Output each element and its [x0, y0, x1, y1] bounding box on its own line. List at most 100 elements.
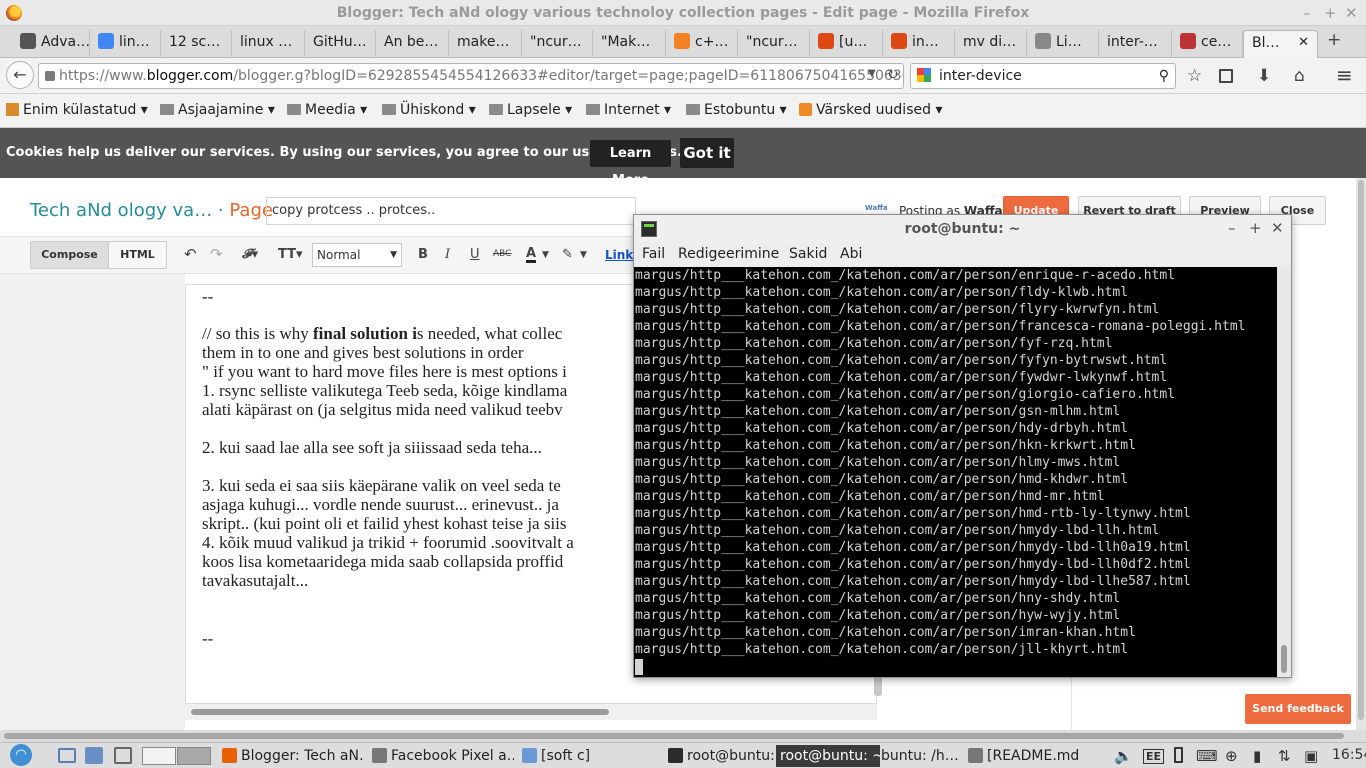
compose-tab[interactable]: Compose — [30, 241, 109, 269]
tab-2[interactable]: lin… — [90, 30, 161, 58]
highlight-color-icon[interactable]: ✎ — [562, 247, 573, 262]
window-list-icon[interactable] — [114, 747, 132, 764]
taskbar-item[interactable]: root@buntu: ~ — [668, 745, 774, 767]
tab-15[interactable]: Li… — [1027, 30, 1099, 58]
tab-6[interactable]: An be… — [376, 30, 449, 58]
app-icon — [968, 748, 983, 763]
blog-breadcrumb[interactable]: Tech aNd ology va… · Page — [30, 200, 273, 221]
keyboard-layout[interactable]: EE — [1143, 749, 1165, 764]
page-title-input[interactable]: copy protcess .. protces.. — [266, 197, 636, 225]
taskbar-item[interactable]: Blogger: Tech aN… — [222, 745, 364, 767]
search-icon[interactable]: ⚲ — [1159, 64, 1169, 88]
home-icon[interactable]: ⌂ — [1294, 66, 1305, 86]
file-manager-icon[interactable] — [85, 747, 103, 764]
blog-title[interactable]: Tech aNd ology va… — [30, 200, 212, 221]
dropdown-arrow-icon[interactable]: ▼ — [868, 68, 876, 79]
tab-1[interactable]: Adva… — [12, 30, 90, 58]
tab-10[interactable]: c+… — [666, 30, 738, 58]
taskbar-item[interactable]: [README.md] — [968, 745, 1078, 767]
editor-scroll-thumb[interactable] — [191, 709, 609, 715]
format-select[interactable]: Normal ▼ — [312, 243, 402, 267]
terminal-minimize-button[interactable]: – — [1228, 219, 1236, 237]
tab-7[interactable]: make… — [449, 30, 522, 58]
start-menu-icon[interactable]: ◠ — [10, 744, 32, 766]
network-signal-icon[interactable]: ▮ — [1253, 747, 1261, 765]
tab-18[interactable]: Bl… ✕ — [1243, 30, 1318, 58]
font-size-icon[interactable]: TT▾ — [278, 247, 303, 262]
menu-icon[interactable]: ≡ — [1336, 63, 1353, 87]
link-button[interactable]: Link — [605, 248, 633, 262]
menu-redigeerimine[interactable]: Redigeerimine — [678, 246, 779, 262]
terminal-window[interactable]: root@buntu: ~ – + ✕ Fail Redigeerimine S… — [633, 214, 1292, 678]
bold-icon[interactable]: B — [418, 247, 428, 262]
strikethrough-icon[interactable]: ABC — [493, 249, 511, 259]
bookmark-star-icon[interactable]: ☆ — [1187, 66, 1202, 86]
minimize-button[interactable]: – — [1303, 4, 1311, 22]
volume-icon[interactable]: 🔈 — [1114, 747, 1133, 765]
terminal-scrollbar[interactable] — [1277, 267, 1291, 677]
battery-icon[interactable] — [1174, 747, 1183, 763]
italic-icon[interactable]: I — [445, 247, 450, 262]
learn-more-button[interactable]: Learn More — [590, 140, 671, 188]
taskbar-item[interactable]: Facebook Pixel a… — [372, 745, 514, 767]
got-it-button[interactable]: Got it — [680, 138, 734, 168]
lock-screen-icon[interactable]: ▣ — [1304, 747, 1318, 765]
tab-17[interactable]: ce… — [1172, 30, 1243, 58]
downloads-icon[interactable]: ⬇ — [1257, 66, 1271, 86]
browser-scroll-thumb[interactable] — [4, 733, 1344, 739]
tab-8[interactable]: "ncur… — [522, 30, 593, 58]
workspace-2[interactable] — [177, 747, 211, 765]
url-bar[interactable]: https://www.blogger.com/blogger.g?blogID… — [38, 63, 904, 89]
tab-13[interactable]: in… — [883, 30, 955, 58]
html-tab[interactable]: HTML — [108, 241, 167, 269]
terminal-close-button[interactable]: ✕ — [1271, 219, 1284, 237]
network-icon[interactable]: ⇅ — [1278, 747, 1291, 765]
clock[interactable]: 16:54 — [1332, 747, 1366, 763]
close-tab-icon[interactable]: ✕ — [1298, 31, 1309, 55]
tab-3[interactable]: 12 sc… — [161, 30, 232, 58]
bookmark-folder-uhiskond[interactable]: Ühiskond ▾ — [382, 102, 476, 118]
bookmark-folder-asjaajamine[interactable]: Asjaajamine ▾ — [160, 102, 275, 118]
send-feedback-button[interactable]: Send feedback — [1245, 694, 1351, 724]
workspace-1[interactable] — [142, 747, 176, 765]
taskbar-item[interactable]: root@buntu: ~ — [776, 745, 880, 767]
text-color-icon[interactable]: A — [526, 247, 537, 263]
taskbar-item[interactable]: [soft c] — [522, 745, 602, 767]
reading-list-icon[interactable] — [1219, 69, 1233, 83]
bookmark-folder-meedia[interactable]: Meedia ▾ — [287, 102, 367, 118]
maximize-button[interactable]: + — [1324, 4, 1337, 22]
menu-fail[interactable]: Fail — [642, 246, 665, 262]
tab-4[interactable]: linux … — [232, 30, 305, 58]
tab-9[interactable]: "Mak… — [593, 30, 666, 58]
back-arrow-icon[interactable]: ← — [6, 61, 34, 89]
reload-icon[interactable]: ↻ — [887, 67, 899, 83]
menu-sakid[interactable]: Sakid — [789, 246, 827, 262]
tab-11[interactable]: "ncur… — [738, 30, 810, 58]
show-desktop-icon[interactable] — [58, 748, 76, 763]
bookmark-folder-estobuntu[interactable]: Estobuntu ▾ — [686, 102, 787, 118]
terminal-maximize-button[interactable]: + — [1249, 219, 1262, 237]
taskbar-item[interactable]: buntu: /h… — [881, 745, 967, 767]
bookmark-feed-varsked-uudised[interactable]: Värsked uudised ▾ — [799, 102, 942, 118]
bookmark-folder-lapsele[interactable]: Lapsele ▾ — [489, 102, 572, 118]
new-tab-button[interactable]: + — [1327, 30, 1341, 50]
update-manager-icon[interactable]: ⊕ — [1225, 747, 1238, 765]
menu-abi[interactable]: Abi — [840, 246, 862, 262]
font-family-icon[interactable]: 𝓕▾ — [242, 247, 258, 262]
close-window-button[interactable]: ✕ — [1345, 4, 1358, 22]
terminal-output[interactable]: margus/http___katehon.com_/katehon.com/a… — [634, 267, 1277, 677]
undo-icon[interactable]: ↶ — [184, 245, 197, 263]
bookmark-folder-internet[interactable]: Internet ▾ — [586, 102, 671, 118]
tab-5[interactable]: GitHu… — [305, 30, 376, 58]
keyboard-icon[interactable]: ⌨ — [1196, 747, 1218, 765]
bookmark-most-visited[interactable]: Enim külastatud ▾ — [6, 102, 148, 118]
tab-14[interactable]: mv di… — [955, 30, 1027, 58]
search-input[interactable]: inter-device ⚲ — [910, 63, 1176, 89]
terminal-scroll-thumb[interactable] — [1281, 645, 1287, 673]
tab-12[interactable]: [u… — [810, 30, 883, 58]
tab-16[interactable]: inter-… — [1099, 30, 1172, 58]
page-scroll-thumb[interactable] — [1358, 180, 1364, 720]
underline-icon[interactable]: U — [470, 247, 480, 262]
editor-text: -- — [202, 287, 214, 306]
redo-icon[interactable]: ↷ — [210, 245, 223, 263]
